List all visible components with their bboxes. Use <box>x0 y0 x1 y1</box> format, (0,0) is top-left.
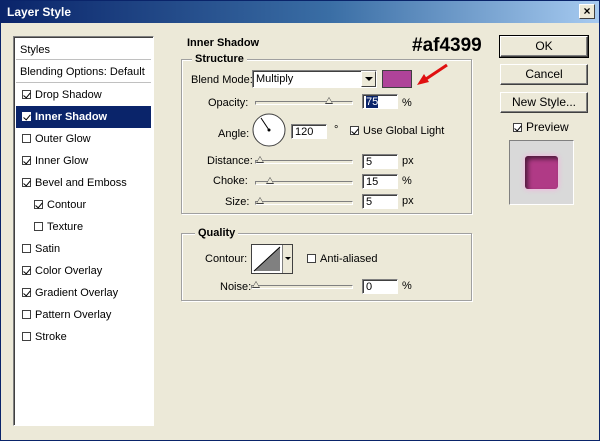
style-item[interactable]: Inner Shadow <box>16 106 151 128</box>
style-checkbox[interactable] <box>34 222 43 231</box>
style-checkbox[interactable] <box>22 288 31 297</box>
style-checkbox[interactable] <box>22 112 31 121</box>
size-label: Size: <box>225 196 250 208</box>
style-checkbox[interactable] <box>22 156 31 165</box>
structure-title: Structure <box>192 53 247 65</box>
size-unit: px <box>402 195 414 207</box>
opacity-input[interactable]: 75 <box>362 94 398 109</box>
preview-checkbox[interactable]: Preview <box>513 120 569 134</box>
opacity-slider-thumb[interactable] <box>325 97 333 104</box>
style-item-label: Drop Shadow <box>35 89 102 101</box>
noise-label: Noise: <box>220 281 252 293</box>
choke-input[interactable]: 15 <box>362 174 398 189</box>
global-light-checkbox[interactable]: Use Global Light <box>350 125 444 137</box>
distance-input[interactable]: 5 <box>362 154 398 169</box>
style-item-label: Stroke <box>35 331 67 343</box>
style-item[interactable]: Gradient Overlay <box>16 282 151 304</box>
opacity-label: Opacity: <box>208 97 249 109</box>
style-item-label: Pattern Overlay <box>35 309 112 321</box>
style-checkbox[interactable] <box>22 266 31 275</box>
style-item[interactable]: Satin <box>16 238 151 260</box>
style-item[interactable]: Color Overlay <box>16 260 151 282</box>
ok-button[interactable]: OK <box>499 35 589 58</box>
chevron-down-icon[interactable] <box>361 71 376 87</box>
styles-header[interactable]: Styles <box>16 39 151 60</box>
color-annotation: #af4399 <box>412 35 482 56</box>
contour-dropdown-icon[interactable] <box>282 245 292 273</box>
style-item-label: Bevel and Emboss <box>35 177 127 189</box>
noise-slider-thumb[interactable] <box>252 281 260 288</box>
style-item-label: Outer Glow <box>35 133 91 145</box>
style-item-label: Contour <box>47 199 87 211</box>
new-style-button[interactable]: New Style... <box>500 92 588 113</box>
style-checkbox[interactable] <box>22 310 31 319</box>
blend-mode-label: Blend Mode: <box>191 74 253 86</box>
angle-unit: ° <box>334 124 339 136</box>
choke-slider[interactable] <box>255 177 353 185</box>
style-checkbox[interactable] <box>34 200 43 209</box>
style-checkbox[interactable] <box>22 90 31 99</box>
style-item-label: Texture <box>47 221 84 233</box>
layer-style-dialog: Layer Style × Styles Blending Options: D… <box>0 0 600 441</box>
style-item[interactable]: Inner Glow <box>16 150 151 172</box>
window-title: Layer Style <box>7 5 72 19</box>
opacity-slider[interactable] <box>255 97 353 105</box>
blend-mode-select[interactable]: Multiply <box>252 70 377 88</box>
distance-label: Distance: <box>207 155 253 167</box>
style-item[interactable]: Drop Shadow <box>16 84 151 106</box>
noise-input[interactable]: 0 <box>362 279 398 294</box>
anti-aliased-checkbox[interactable]: Anti-aliased <box>307 253 377 265</box>
distance-slider-thumb[interactable] <box>256 156 264 163</box>
size-slider[interactable] <box>255 197 353 205</box>
preview-check-icon[interactable] <box>513 123 522 132</box>
distance-unit: px <box>402 155 414 167</box>
contour-label: Contour: <box>205 253 248 265</box>
section-title: Inner Shadow <box>187 37 260 49</box>
style-checkbox[interactable] <box>22 244 31 253</box>
cancel-button[interactable]: Cancel <box>500 64 588 85</box>
style-item[interactable]: Bevel and Emboss <box>16 172 151 194</box>
style-item[interactable]: Stroke <box>16 326 151 348</box>
angle-label: Angle: <box>218 128 250 140</box>
styles-list: Styles Blending Options: Default Drop Sh… <box>13 36 154 426</box>
choke-slider-thumb[interactable] <box>266 177 274 184</box>
preview-box <box>509 140 574 205</box>
global-light-check-icon[interactable] <box>350 126 359 135</box>
style-checkbox[interactable] <box>22 178 31 187</box>
style-checkbox[interactable] <box>22 332 31 341</box>
preview-swatch <box>525 156 558 189</box>
distance-slider[interactable] <box>255 156 353 164</box>
title-bar[interactable]: Layer Style × <box>1 1 599 23</box>
style-item[interactable]: Outer Glow <box>16 128 151 150</box>
noise-unit: % <box>402 280 412 292</box>
style-item-label: Inner Shadow <box>35 111 108 123</box>
shadow-color-swatch[interactable] <box>382 70 412 88</box>
style-item-label: Satin <box>35 243 61 255</box>
style-item[interactable]: Pattern Overlay <box>16 304 151 326</box>
size-slider-thumb[interactable] <box>256 197 264 204</box>
close-button[interactable]: × <box>579 4 595 19</box>
style-checkbox[interactable] <box>22 134 31 143</box>
noise-slider[interactable] <box>251 281 353 289</box>
contour-picker[interactable] <box>251 244 293 274</box>
blend-mode-value: Multiply <box>256 73 294 85</box>
contour-preview-icon <box>253 246 281 272</box>
style-item[interactable]: Texture <box>16 216 151 238</box>
blending-options-item[interactable]: Blending Options: Default <box>16 61 151 83</box>
choke-label: Choke: <box>213 175 248 187</box>
style-item-label: Inner Glow <box>35 155 89 167</box>
anti-aliased-check-icon[interactable] <box>307 254 316 263</box>
angle-input[interactable]: 120 <box>291 124 327 139</box>
angle-dial[interactable] <box>251 112 287 148</box>
style-item-label: Gradient Overlay <box>35 287 119 299</box>
style-item[interactable]: Contour <box>16 194 151 216</box>
opacity-unit: % <box>402 97 412 109</box>
style-item-label: Color Overlay <box>35 265 103 277</box>
quality-title: Quality <box>195 227 239 239</box>
choke-unit: % <box>402 175 412 187</box>
size-input[interactable]: 5 <box>362 194 398 209</box>
red-arrow-icon <box>417 63 448 85</box>
